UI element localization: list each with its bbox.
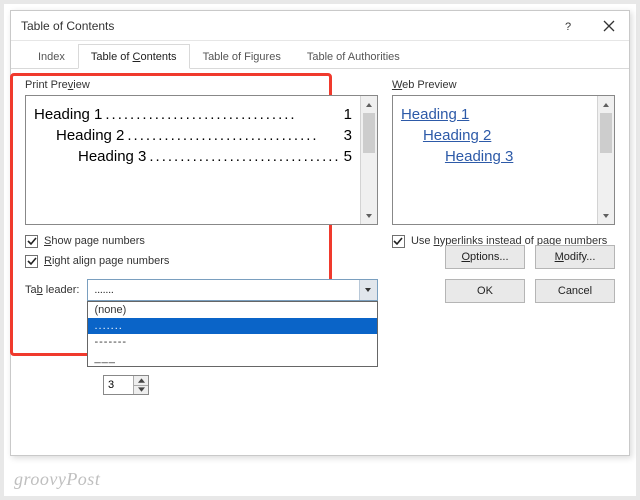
scroll-down-icon[interactable] — [361, 207, 377, 224]
tab-leader-dropdown[interactable]: (none) ....... ------- ___ — [87, 301, 377, 367]
right-align-label: Right align page numbers — [44, 255, 169, 267]
show-page-numbers-checkbox[interactable] — [25, 235, 38, 248]
show-page-numbers-label: Show page numbers — [44, 235, 145, 247]
tab-strip: Index Table of Contents Table of Figures… — [11, 41, 629, 69]
chevron-down-icon[interactable] — [359, 280, 377, 300]
use-hyperlinks-checkbox[interactable] — [392, 235, 405, 248]
preview-scrollbar[interactable] — [597, 96, 614, 224]
web-preview-label: Web Preview — [392, 79, 615, 91]
preview-scrollbar[interactable] — [360, 96, 377, 224]
tab-leader-value: ....... — [88, 284, 358, 296]
scroll-down-icon[interactable] — [598, 207, 614, 224]
toc-row: Heading 3 ..............................… — [34, 148, 352, 165]
web-link[interactable]: Heading 2 — [423, 127, 491, 144]
cancel-button[interactable]: Cancel — [535, 279, 615, 303]
help-button[interactable]: ? — [549, 11, 589, 41]
toc-row: Heading 1 ..............................… — [34, 106, 352, 123]
tab-index[interactable]: Index — [25, 44, 78, 69]
ok-button[interactable]: OK — [445, 279, 525, 303]
toc-row: Heading 2 ..............................… — [34, 127, 352, 144]
tab-leader-option-dashes[interactable]: ------- — [88, 334, 376, 350]
tab-table-of-figures[interactable]: Table of Figures — [190, 44, 294, 69]
tab-table-of-contents[interactable]: Table of Contents — [78, 44, 190, 69]
web-preview-box: Heading 1 Heading 2 Heading 3 — [392, 95, 615, 225]
watermark: groovyPost — [14, 469, 100, 490]
svg-text:?: ? — [565, 21, 571, 32]
levels-value[interactable]: 3 — [104, 379, 133, 391]
show-levels-spinner[interactable]: 3 — [103, 375, 149, 395]
web-link[interactable]: Heading 3 — [445, 148, 513, 165]
scroll-thumb[interactable] — [363, 113, 375, 153]
scroll-up-icon[interactable] — [598, 96, 614, 113]
toc-dialog: Table of Contents ? Index Table of Conte… — [10, 10, 630, 456]
tab-leader-option-underline[interactable]: ___ — [88, 350, 376, 366]
web-toc-row: Heading 1 — [401, 106, 589, 123]
tab-table-of-authorities[interactable]: Table of Authorities — [294, 44, 413, 69]
modify-button[interactable]: Modify... — [535, 245, 615, 269]
tab-leader-label: Tab leader: — [25, 284, 79, 296]
close-button[interactable] — [589, 11, 629, 41]
tab-leader-combo[interactable]: ....... (none) ....... ------- ___ — [87, 279, 377, 301]
web-toc-row: Heading 2 — [401, 127, 589, 144]
titlebar: Table of Contents ? — [11, 11, 629, 41]
tab-leader-option-dots[interactable]: ....... — [88, 318, 376, 334]
print-preview-box: Heading 1 ..............................… — [25, 95, 378, 225]
tab-leader-option-none[interactable]: (none) — [88, 302, 376, 318]
print-preview-label: Print Preview — [25, 79, 378, 91]
right-align-checkbox[interactable] — [25, 255, 38, 268]
spinner-up-icon[interactable] — [134, 376, 148, 385]
dialog-title: Table of Contents — [21, 19, 114, 33]
print-preview-section: Print Preview Heading 1 ................… — [25, 79, 378, 301]
web-link[interactable]: Heading 1 — [401, 106, 469, 123]
options-button[interactable]: Options... — [445, 245, 525, 269]
web-toc-row: Heading 3 — [401, 148, 589, 165]
scroll-up-icon[interactable] — [361, 96, 377, 113]
scroll-thumb[interactable] — [600, 113, 612, 153]
spinner-down-icon[interactable] — [134, 385, 148, 395]
